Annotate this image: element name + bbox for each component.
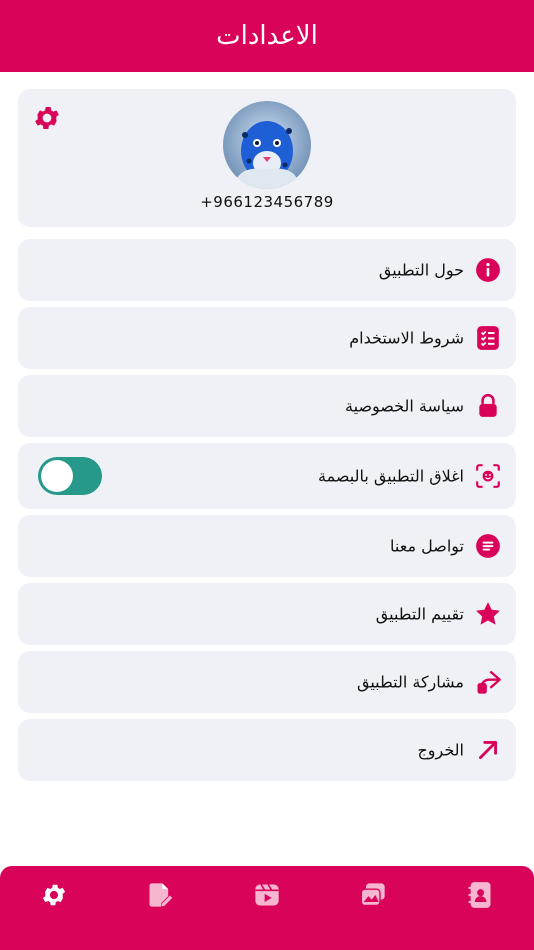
- menu-item-rate[interactable]: تقييم التطبيق: [18, 583, 516, 645]
- page-title: الاعدادات: [216, 21, 318, 51]
- menu-item-fingerprint-lock: اغلاق التطبيق بالبصمة: [18, 443, 516, 509]
- video-icon[interactable]: [252, 880, 282, 910]
- menu-label: تقييم التطبيق: [375, 604, 464, 624]
- share-icon: [474, 668, 502, 696]
- menu-label: سياسة الخصوصية: [345, 396, 464, 416]
- gear-icon[interactable]: [32, 103, 62, 133]
- menu-item-logout[interactable]: الخروج: [18, 719, 516, 781]
- menu-label: شروط الاستخدام: [349, 328, 464, 348]
- info-icon: [474, 256, 502, 284]
- gallery-icon[interactable]: [358, 880, 388, 910]
- app-header: الاعدادات: [0, 0, 534, 72]
- avatar[interactable]: [223, 101, 311, 189]
- bottom-nav: [0, 866, 534, 950]
- lock-icon: [474, 392, 502, 420]
- profile-card: +966123456789: [18, 89, 516, 227]
- face-id-icon: [474, 462, 502, 490]
- toggle-knob: [41, 460, 73, 492]
- checklist-icon: [474, 324, 502, 352]
- phone-number: +966123456789: [200, 193, 334, 211]
- menu-item-about[interactable]: حول التطبيق: [18, 239, 516, 301]
- menu-label: تواصل معنا: [390, 536, 464, 556]
- edit-document-icon[interactable]: [145, 880, 175, 910]
- contacts-icon[interactable]: [465, 880, 495, 910]
- arrow-up-right-icon: [474, 736, 502, 764]
- menu-label: اغلاق التطبيق بالبصمة: [318, 466, 464, 486]
- menu-item-terms[interactable]: شروط الاستخدام: [18, 307, 516, 369]
- menu-item-contact[interactable]: تواصل معنا: [18, 515, 516, 577]
- star-icon: [474, 600, 502, 628]
- chat-icon: [474, 532, 502, 560]
- menu-label: مشاركة التطبيق: [357, 672, 464, 692]
- fingerprint-toggle[interactable]: [38, 457, 102, 495]
- menu-item-privacy[interactable]: سياسة الخصوصية: [18, 375, 516, 437]
- menu-label: الخروج: [417, 740, 464, 760]
- menu-item-share[interactable]: مشاركة التطبيق: [18, 651, 516, 713]
- settings-icon[interactable]: [39, 880, 69, 910]
- menu-label: حول التطبيق: [378, 260, 464, 280]
